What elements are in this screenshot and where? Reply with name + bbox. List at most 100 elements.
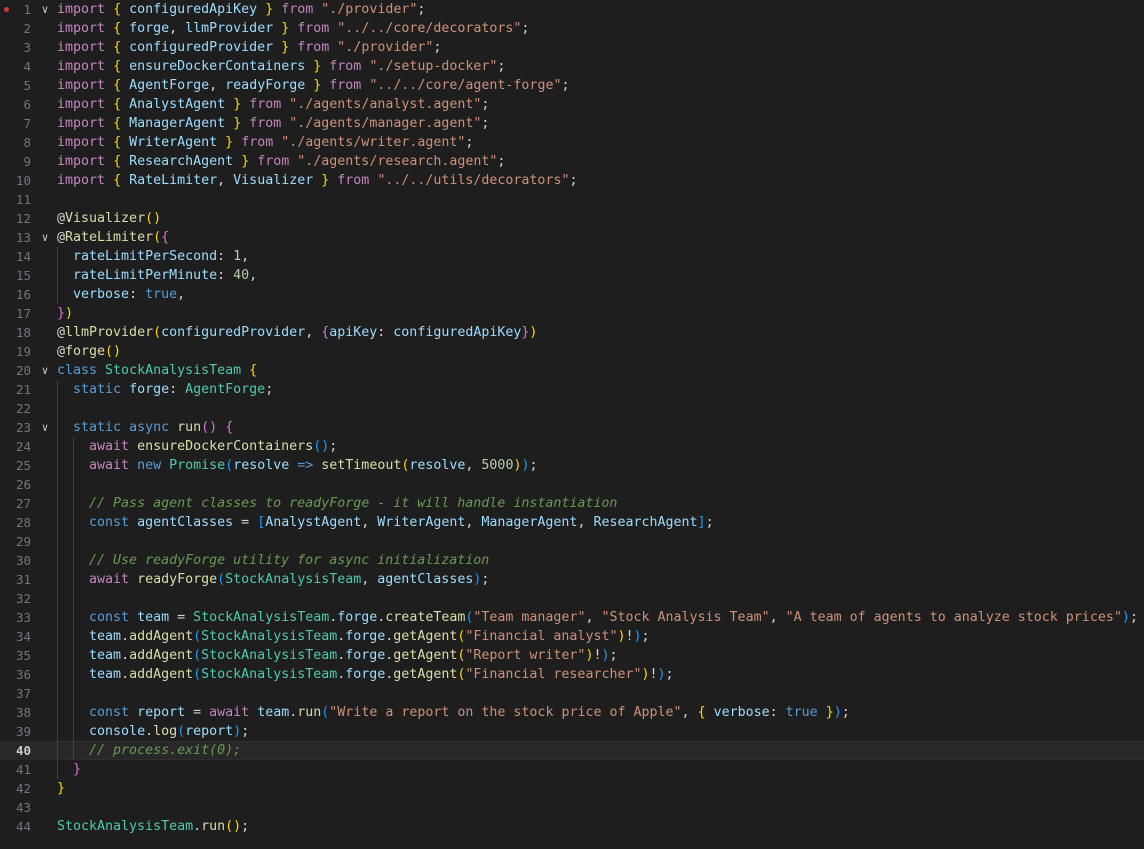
code-line[interactable]: 4 import { ensureDockerContainers } from …: [0, 57, 1144, 76]
code-token: report: [137, 705, 186, 720]
code-line[interactable]: 3 import { configuredProvider } from "./p…: [0, 38, 1144, 57]
code-token: (): [201, 420, 218, 435]
code-token: "Report writer": [465, 648, 586, 663]
code-token: (: [193, 629, 202, 644]
code-line[interactable]: 28 const agentClasses = [AnalystAgent, W…: [0, 513, 1144, 532]
code-line[interactable]: 6 import { AnalystAgent } from "./agents/…: [0, 95, 1144, 114]
code-token: ,: [361, 515, 378, 530]
code-line[interactable]: 39 console.log(report);: [0, 722, 1144, 741]
code-token: from: [337, 173, 370, 188]
code-token: import: [57, 59, 106, 74]
code-line[interactable]: 22: [0, 399, 1144, 418]
line-number: 14: [15, 249, 31, 264]
code-token: // Pass agent classes to readyForge - it…: [89, 496, 618, 511]
code-line[interactable]: 36 team.addAgent(StockAnalysisTeam.forge…: [0, 665, 1144, 684]
code-token: ;: [609, 648, 618, 663]
code-line[interactable]: 11: [0, 190, 1144, 209]
code-line[interactable]: 31 await readyForge(StockAnalysisTeam, a…: [0, 570, 1144, 589]
code-line[interactable]: 37: [0, 684, 1144, 703]
code-line[interactable]: 35 team.addAgent(StockAnalysisTeam.forge…: [0, 646, 1144, 665]
code-token: Visualizer: [65, 211, 146, 226]
code-token: {: [113, 154, 122, 169]
code-line[interactable]: 41 }: [0, 760, 1144, 779]
code-line[interactable]: 9 import { ResearchAgent } from "./agents…: [0, 152, 1144, 171]
code-line[interactable]: 42}: [0, 779, 1144, 798]
code-line[interactable]: 34 team.addAgent(StockAnalysisTeam.forge…: [0, 627, 1144, 646]
code-token: ,: [769, 610, 786, 625]
code-line[interactable]: 40 // process.exit(0);: [0, 741, 1144, 760]
code-token: forge: [65, 344, 106, 359]
code-line[interactable]: 33 const team = StockAnalysisTeam.forge.…: [0, 608, 1144, 627]
code-text: }): [57, 304, 73, 323]
code-token: verbose: [713, 705, 770, 720]
code-token: ): [641, 667, 650, 682]
code-line[interactable]: 16 verbose: true,: [0, 285, 1144, 304]
code-text: const agentClasses = [AnalystAgent, Writ…: [57, 513, 714, 532]
code-token: addAgent: [129, 648, 194, 663]
code-text: import { RateLimiter, Visualizer } from …: [57, 171, 577, 190]
code-line[interactable]: 5 import { AgentForge, readyForge } from …: [0, 76, 1144, 95]
code-line[interactable]: 7 import { ManagerAgent } from "./agents/…: [0, 114, 1144, 133]
code-line[interactable]: 10 import { RateLimiter, Visualizer } fro…: [0, 171, 1144, 190]
code-token: class: [57, 363, 98, 378]
line-number: 44: [15, 819, 31, 834]
code-line[interactable]: 32: [0, 589, 1144, 608]
line-number: 37: [15, 686, 31, 701]
code-line[interactable]: 27 // Pass agent classes to readyForge -…: [0, 494, 1144, 513]
code-token: {: [113, 40, 122, 55]
code-token: resolve: [409, 458, 466, 473]
code-token: (: [193, 667, 202, 682]
code-token: const: [89, 515, 130, 530]
code-line[interactable]: 43: [0, 798, 1144, 817]
line-number: 27: [15, 496, 31, 511]
code-line[interactable]: 44 StockAnalysisTeam.run();: [0, 817, 1144, 836]
code-line[interactable]: 13 ∨ @RateLimiter({: [0, 228, 1144, 247]
code-line[interactable]: 21 static forge: AgentForge;: [0, 380, 1144, 399]
code-token: StockAnalysisTeam: [225, 572, 362, 587]
code-line[interactable]: 19 @forge(): [0, 342, 1144, 361]
code-line[interactable]: 24 await ensureDockerContainers();: [0, 437, 1144, 456]
fold-chevron-icon[interactable]: ∨: [38, 0, 52, 19]
code-line[interactable]: 18 @llmProvider(configuredProvider, {apiK…: [0, 323, 1144, 342]
code-token: (: [217, 572, 226, 587]
code-editor[interactable]: 1 ∨ import { configuredApiKey } from "./pr…: [0, 0, 1144, 849]
fold-chevron-icon[interactable]: ∨: [38, 361, 52, 380]
code-token: StockAnalysisTeam: [201, 667, 338, 682]
line-number: 26: [15, 477, 31, 492]
code-line[interactable]: 12 @Visualizer(): [0, 209, 1144, 228]
code-token: "Write a report on the stock price of Ap…: [329, 705, 682, 720]
code-line[interactable]: 26: [0, 475, 1144, 494]
code-line[interactable]: 15 rateLimitPerMinute: 40,: [0, 266, 1144, 285]
code-line[interactable]: 20 ∨ class StockAnalysisTeam {: [0, 361, 1144, 380]
code-line[interactable]: 1 ∨ import { configuredApiKey } from "./pr…: [0, 0, 1144, 19]
code-token: report: [185, 724, 234, 739]
code-line[interactable]: 14 rateLimitPerSecond: 1,: [0, 247, 1144, 266]
code-line[interactable]: 2 import { forge, llmProvider } from "../…: [0, 19, 1144, 38]
code-token: createTeam: [385, 610, 466, 625]
code-token: =>: [297, 458, 314, 473]
code-token: ,: [465, 515, 482, 530]
code-line[interactable]: 17}): [0, 304, 1144, 323]
code-line[interactable]: 38 const report = await team.run("Write …: [0, 703, 1144, 722]
code-token: from: [241, 135, 274, 150]
code-token: ): [1121, 610, 1130, 625]
code-text: @llmProvider(configuredProvider, {apiKey…: [57, 323, 537, 342]
code-line[interactable]: 29: [0, 532, 1144, 551]
fold-chevron-icon[interactable]: ∨: [38, 418, 52, 437]
code-token: "../../core/decorators": [337, 21, 522, 36]
fold-chevron-icon[interactable]: ∨: [38, 228, 52, 247]
code-line[interactable]: 8 import { WriterAgent } from "./agents/w…: [0, 133, 1144, 152]
code-token: ,: [217, 173, 234, 188]
code-line[interactable]: 23 ∨ static async run() {: [0, 418, 1144, 437]
code-line[interactable]: 25 await new Promise(resolve => setTimeo…: [0, 456, 1144, 475]
code-text: team.addAgent(StockAnalysisTeam.forge.ge…: [57, 646, 618, 665]
code-line[interactable]: 30 // Use readyForge utility for async i…: [0, 551, 1144, 570]
code-token: ;: [241, 724, 250, 739]
code-token: apiKey: [329, 325, 378, 340]
